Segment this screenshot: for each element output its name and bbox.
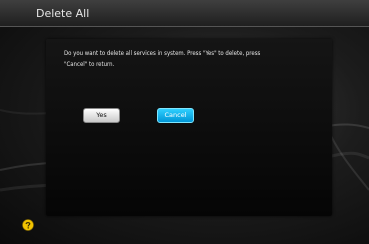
question-icon[interactable]	[22, 219, 34, 231]
dialog-message: Do you want to delete all services in sy…	[64, 50, 261, 68]
delete-all-screen: Delete All Do you want to delete all ser…	[0, 0, 369, 244]
title-bar: Delete All	[0, 0, 369, 27]
cancel-button[interactable]: Cancel	[157, 108, 194, 123]
yes-button[interactable]: Yes	[83, 108, 120, 123]
page-title: Delete All	[36, 7, 90, 20]
confirm-dialog: Do you want to delete all services in sy…	[46, 39, 332, 216]
